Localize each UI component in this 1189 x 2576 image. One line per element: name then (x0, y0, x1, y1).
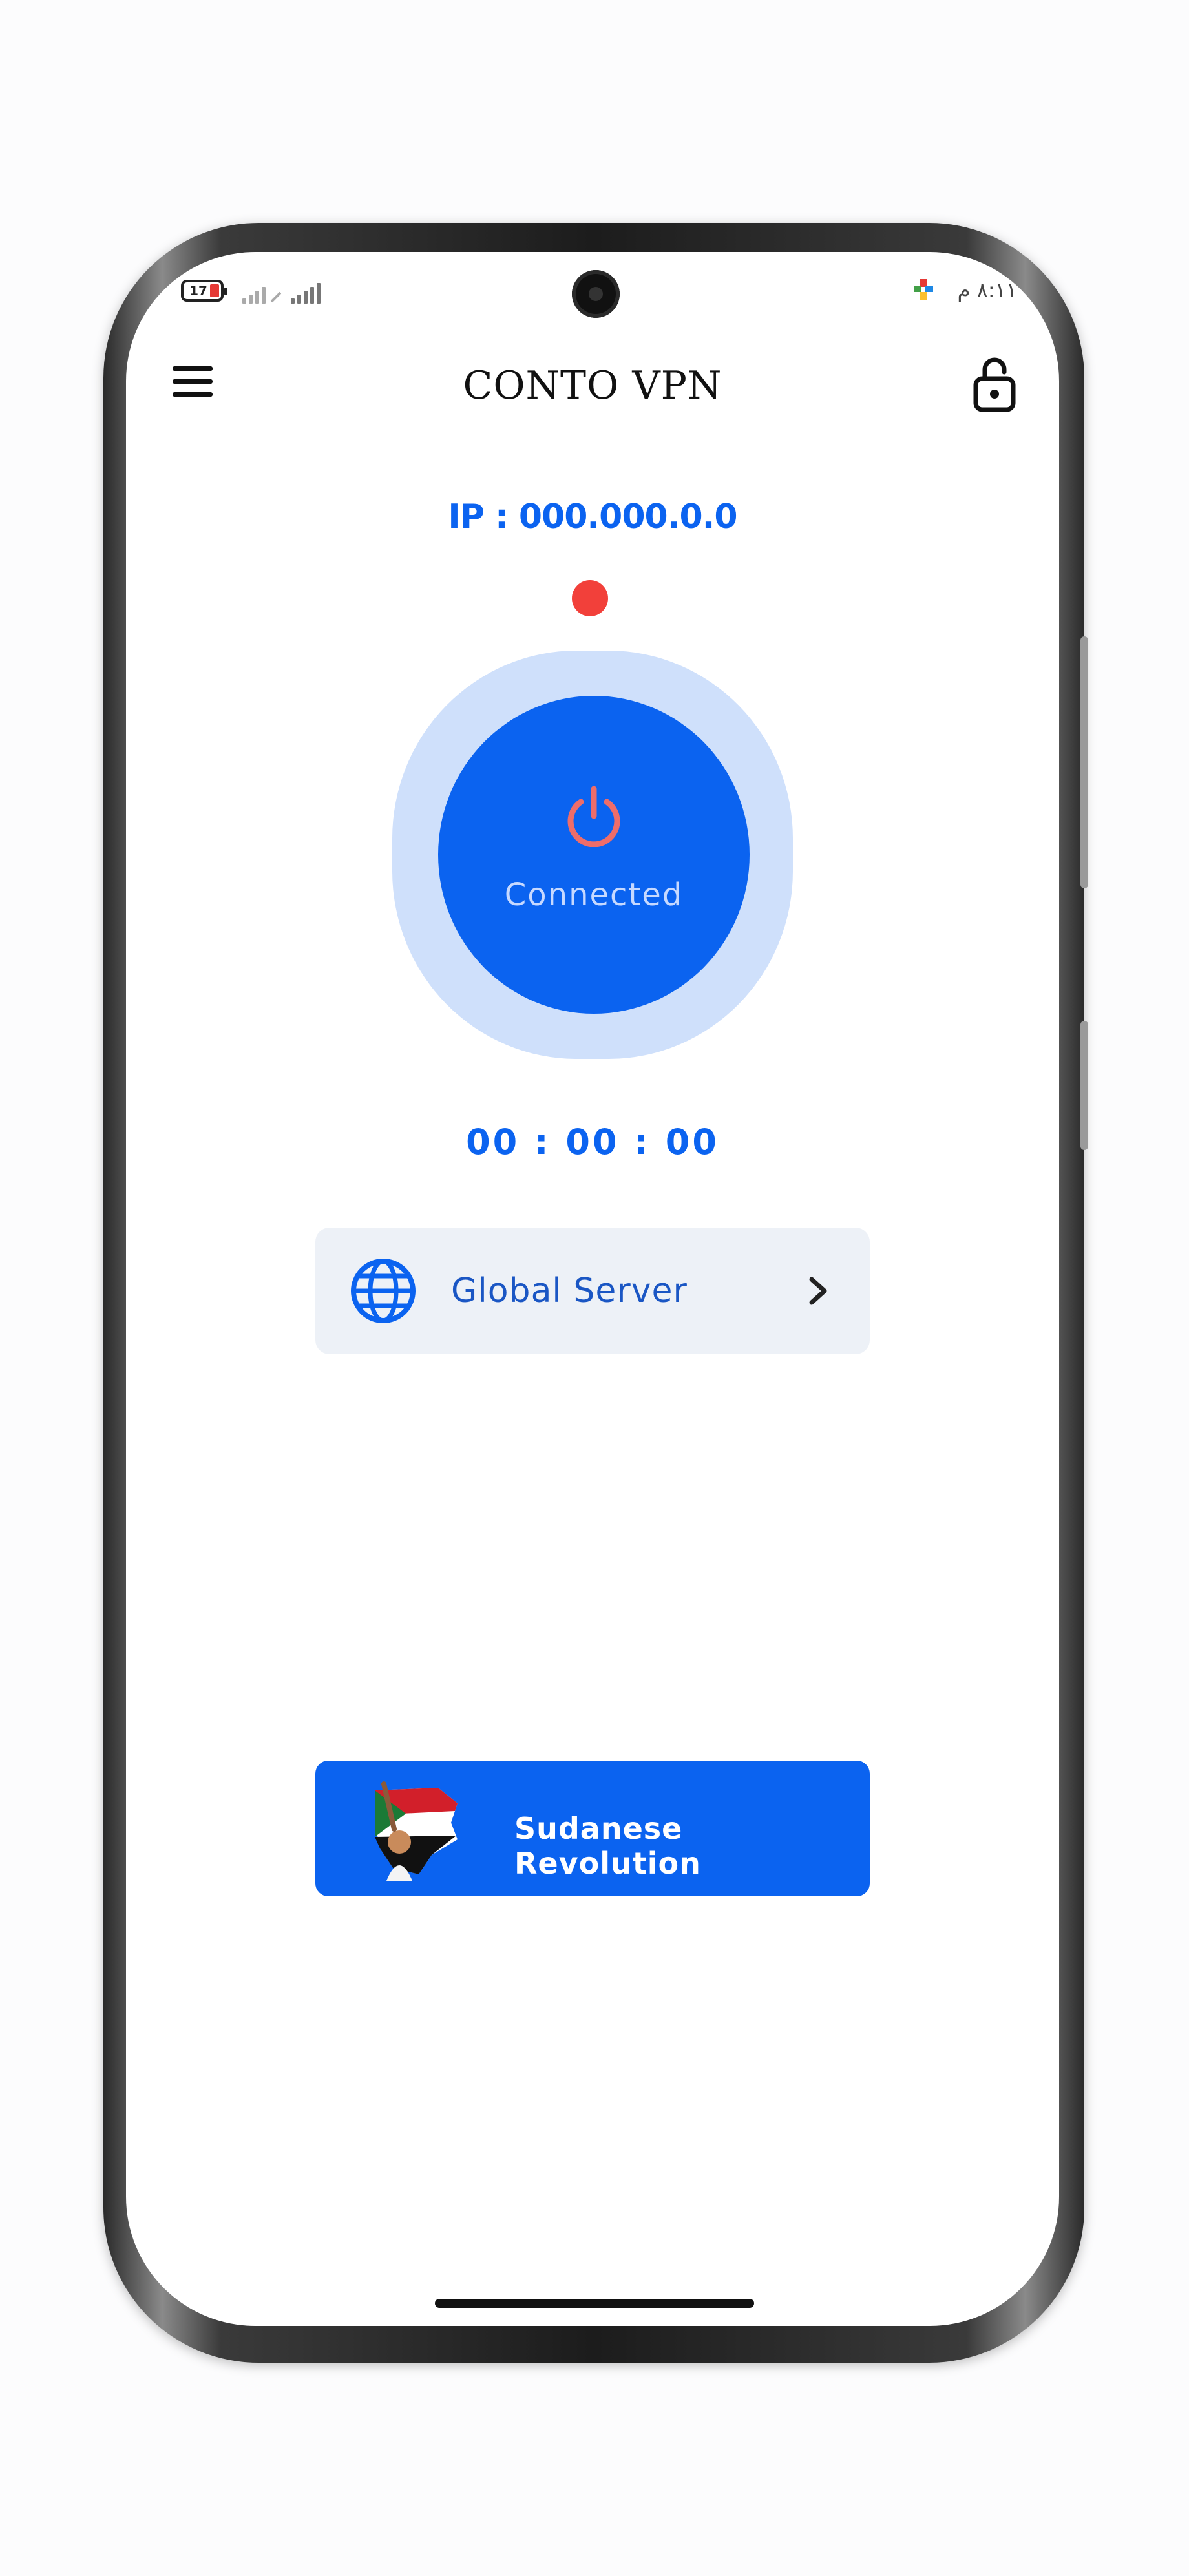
app-title: CONTO VPN (463, 363, 722, 408)
signal-sim1-icon (242, 278, 282, 304)
home-indicator[interactable] (435, 2299, 754, 2308)
phone-side-button (1080, 1021, 1088, 1150)
battery-indicator: 17 (181, 280, 227, 302)
battery-nub (224, 288, 227, 295)
sudan-flag-illustration (375, 1781, 458, 1881)
app-bar: CONTO VPN (126, 342, 1059, 426)
status-time: ٨:١١ م (957, 278, 1017, 302)
power-icon (567, 786, 620, 847)
phone-side-button (1080, 636, 1088, 888)
server-selector[interactable]: Global Server (315, 1228, 870, 1354)
status-bar: 17 ٨:١١ م (126, 252, 1059, 336)
lock-icon[interactable] (972, 355, 1017, 414)
battery-fill (210, 284, 219, 297)
battery-level: 17 (189, 283, 207, 298)
app-screen: 17 ٨:١١ م CONTO VPN IP: 000.000.0.0 Con… (126, 252, 1059, 2326)
chevron-right-icon (809, 1277, 827, 1305)
globe-icon (351, 1259, 416, 1323)
power-button[interactable]: Connected (438, 696, 750, 1014)
server-label: Global Server (451, 1272, 688, 1310)
ip-address: IP : 000.000.0.0 (448, 497, 737, 536)
sudanese-revolution-banner[interactable]: Sudanese Revolution (315, 1761, 870, 1896)
signal-sim2-icon (291, 278, 321, 304)
connection-timer: 00 : 00 : 00 (466, 1122, 719, 1162)
banner-label: Sudanese Revolution (514, 1811, 701, 1881)
front-camera (572, 270, 620, 318)
app-notification-icon (914, 279, 933, 300)
connection-status-label: Connected (504, 877, 684, 913)
connection-status-dot (572, 580, 608, 616)
